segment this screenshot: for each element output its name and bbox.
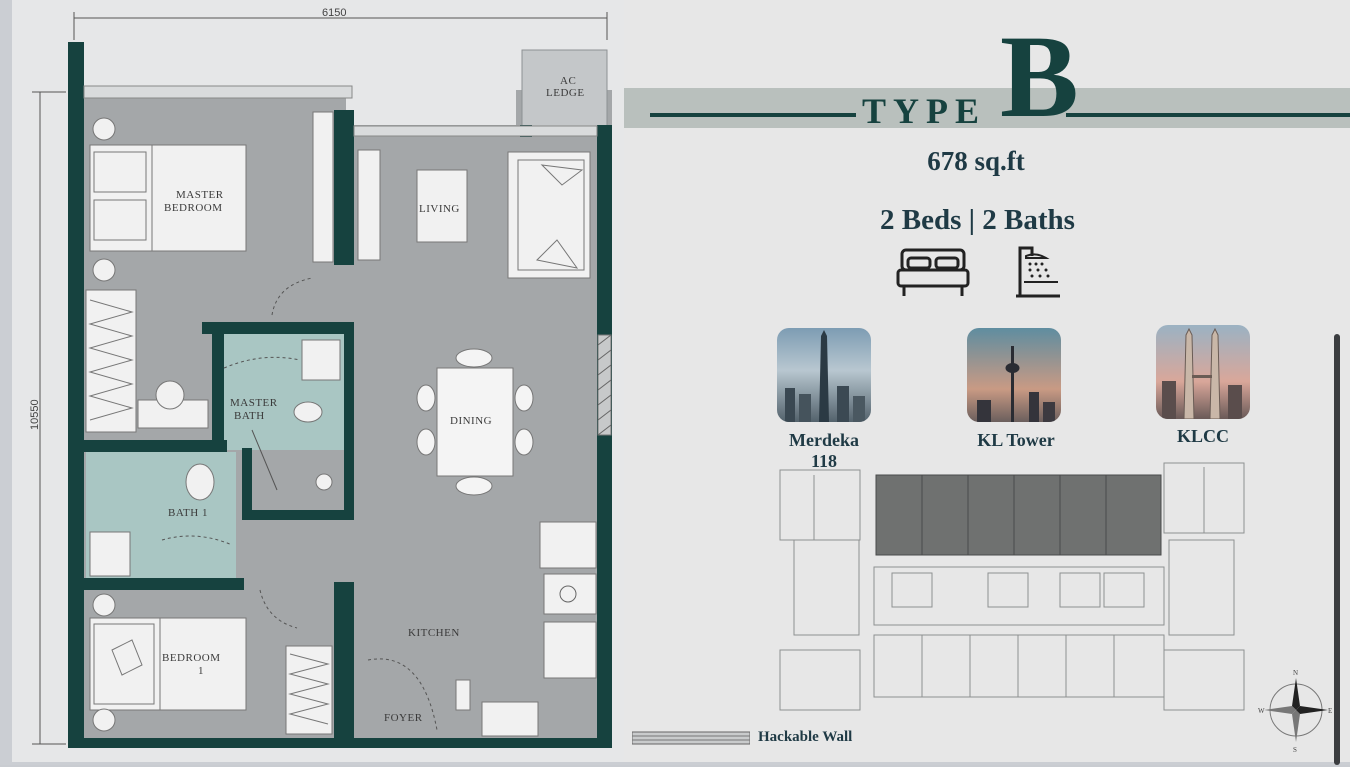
bed-1	[89, 617, 247, 711]
floor-plan-panel: 6150 10550 AC LEDGE MASTER BEDROOM LIVIN…	[12, 0, 624, 762]
kitchen-label: KITCHEN	[408, 627, 460, 639]
type-line-right	[1066, 113, 1350, 117]
wardrobe-master	[85, 289, 137, 433]
type-word: TYPE	[862, 91, 987, 131]
unit-info-panel: TYPE B 678 sq.ft 2 Beds | 2 Baths Merdek…	[624, 0, 1350, 765]
merdeka-skyline-icon	[785, 330, 865, 422]
master-bedroom-label: MASTER	[176, 189, 224, 201]
petronas-towers-icon	[1162, 327, 1242, 419]
compass-n: N	[1293, 669, 1298, 677]
compass-icon: N S W E	[1258, 669, 1332, 754]
foyer-label: FOYER	[384, 712, 423, 724]
ac-ledge-label: AC	[560, 75, 576, 87]
type-line-left	[650, 113, 856, 117]
width-dimension: 6150	[322, 7, 346, 19]
dining-label: DINING	[450, 415, 492, 427]
beds-baths: 2 Beds | 2 Baths	[880, 204, 1075, 236]
merdeka-label-line1: Merdeka	[789, 430, 859, 450]
klcc-thumbnail	[1156, 325, 1250, 419]
scrollbar-thumb[interactable]	[1334, 334, 1340, 765]
kl-tower-icon	[977, 346, 1055, 422]
ac-ledge-label-2: LEDGE	[546, 87, 585, 99]
bedroom1-label-2: 1	[198, 665, 204, 677]
shower-icon	[1016, 246, 1060, 298]
merdeka-118-thumbnail	[777, 328, 871, 422]
bedroom1-label: BEDROOM	[162, 652, 221, 664]
sofa	[507, 151, 591, 279]
unit-area: 678 sq.ft	[624, 146, 1350, 177]
compass-w: W	[1258, 707, 1265, 715]
brochure-page: 6150 10550 AC LEDGE MASTER BEDROOM LIVIN…	[0, 0, 1350, 765]
unit-area-text: 678 sq.ft	[927, 146, 1025, 176]
type-banner	[624, 88, 1350, 128]
kl-tower-label: KL Tower	[977, 430, 1055, 450]
type-letter: B	[1000, 11, 1079, 142]
kl-tower-thumbnail	[967, 328, 1061, 422]
hackable-wall-label: Hackable Wall	[758, 729, 853, 745]
floor-plan: 6150 10550 AC LEDGE MASTER BEDROOM LIVIN…	[29, 7, 612, 748]
compass-s: S	[1293, 746, 1297, 754]
compass-e: E	[1328, 707, 1332, 715]
key-plan	[779, 462, 1245, 711]
type-b-units-highlight	[875, 474, 1162, 556]
master-bedroom-label-2: BEDROOM	[164, 202, 223, 214]
master-bath-label: MASTER	[230, 397, 278, 409]
wardrobe-bedroom1	[285, 645, 333, 735]
living-label: LIVING	[419, 203, 460, 215]
bed-icon	[896, 248, 970, 296]
hackable-wall-swatch	[632, 731, 750, 745]
klcc-label: KLCC	[1176, 426, 1229, 446]
height-dimension: 10550	[29, 399, 41, 430]
bath1-label: BATH 1	[168, 507, 208, 519]
master-bath-label-2: BATH	[234, 410, 265, 422]
